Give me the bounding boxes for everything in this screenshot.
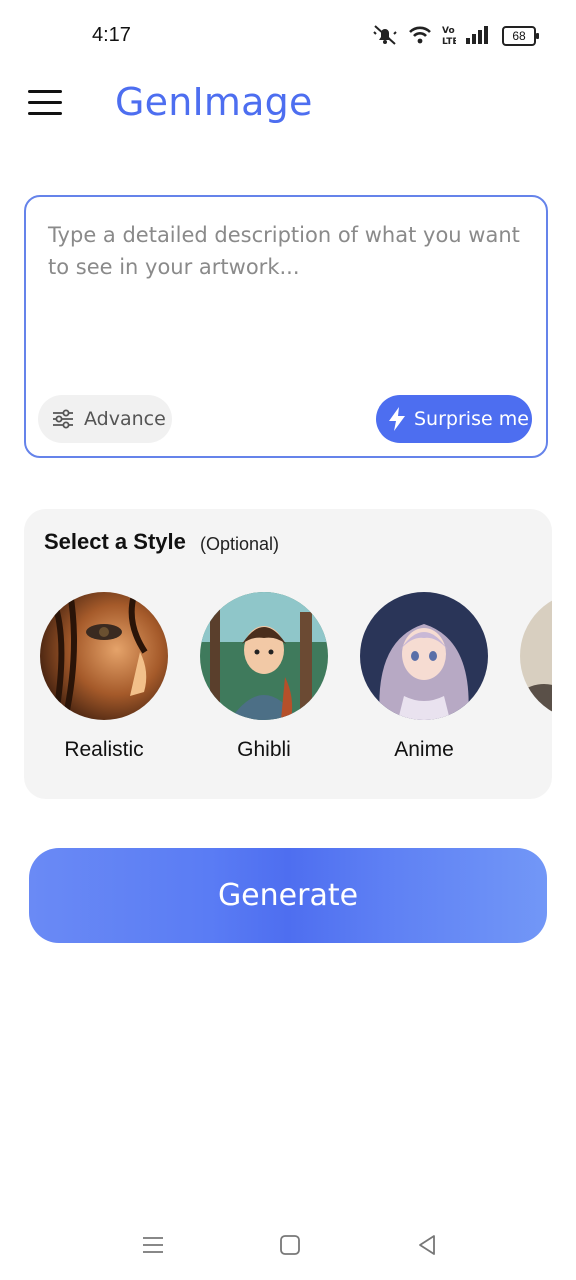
style-option-realistic[interactable]: Realistic: [39, 592, 169, 762]
status-time: 4:17: [92, 24, 131, 46]
system-navigation-bar: [0, 1210, 576, 1280]
mute-icon: [373, 25, 397, 45]
signal-icon: [466, 26, 488, 44]
lightning-icon: [389, 407, 405, 431]
style-option-anime[interactable]: Anime: [359, 592, 489, 762]
recent-apps-icon[interactable]: [138, 1230, 168, 1260]
battery-indicator: 68: [502, 26, 539, 46]
advance-button[interactable]: Advance: [38, 395, 172, 443]
style-section-subtitle: (Optional): [200, 534, 280, 554]
volte-icon: Vo LTE: [442, 26, 456, 46]
style-label-realistic: Realistic: [64, 738, 144, 761]
style-option-ghibli[interactable]: Ghibli: [199, 592, 329, 762]
prompt-input[interactable]: [46, 217, 530, 381]
realistic-thumbnail: [40, 592, 168, 720]
style-label-anime: Anime: [394, 738, 454, 761]
status-icons: Vo LTE: [372, 24, 490, 46]
style-section-title: Select a Style: [44, 529, 186, 554]
back-icon[interactable]: [412, 1230, 442, 1260]
style-thumbnail-partial: [520, 592, 552, 720]
svg-text:Vo: Vo: [442, 26, 455, 36]
anime-thumbnail: [360, 592, 488, 720]
style-option-partial[interactable]: [519, 592, 552, 738]
advance-label: Advance: [84, 408, 166, 430]
status-bar: 4:17 Vo LTE 68: [0, 0, 576, 70]
ghibli-thumbnail: [200, 592, 328, 720]
style-label-ghibli: Ghibli: [237, 738, 291, 761]
wifi-icon: [409, 26, 431, 44]
sliders-icon: [53, 409, 73, 429]
hamburger-menu-icon[interactable]: [28, 90, 62, 116]
app-title: GenImage: [115, 80, 313, 124]
svg-text:LTE: LTE: [442, 37, 456, 46]
generate-button[interactable]: Generate: [29, 848, 547, 943]
style-selector-card: Select a Style (Optional) Realistic Ghib…: [24, 509, 552, 799]
surprise-me-label: Surprise me: [414, 408, 529, 430]
prompt-box: Advance Surprise me: [24, 195, 548, 458]
home-icon[interactable]: [275, 1230, 305, 1260]
surprise-me-button[interactable]: Surprise me: [376, 395, 532, 443]
